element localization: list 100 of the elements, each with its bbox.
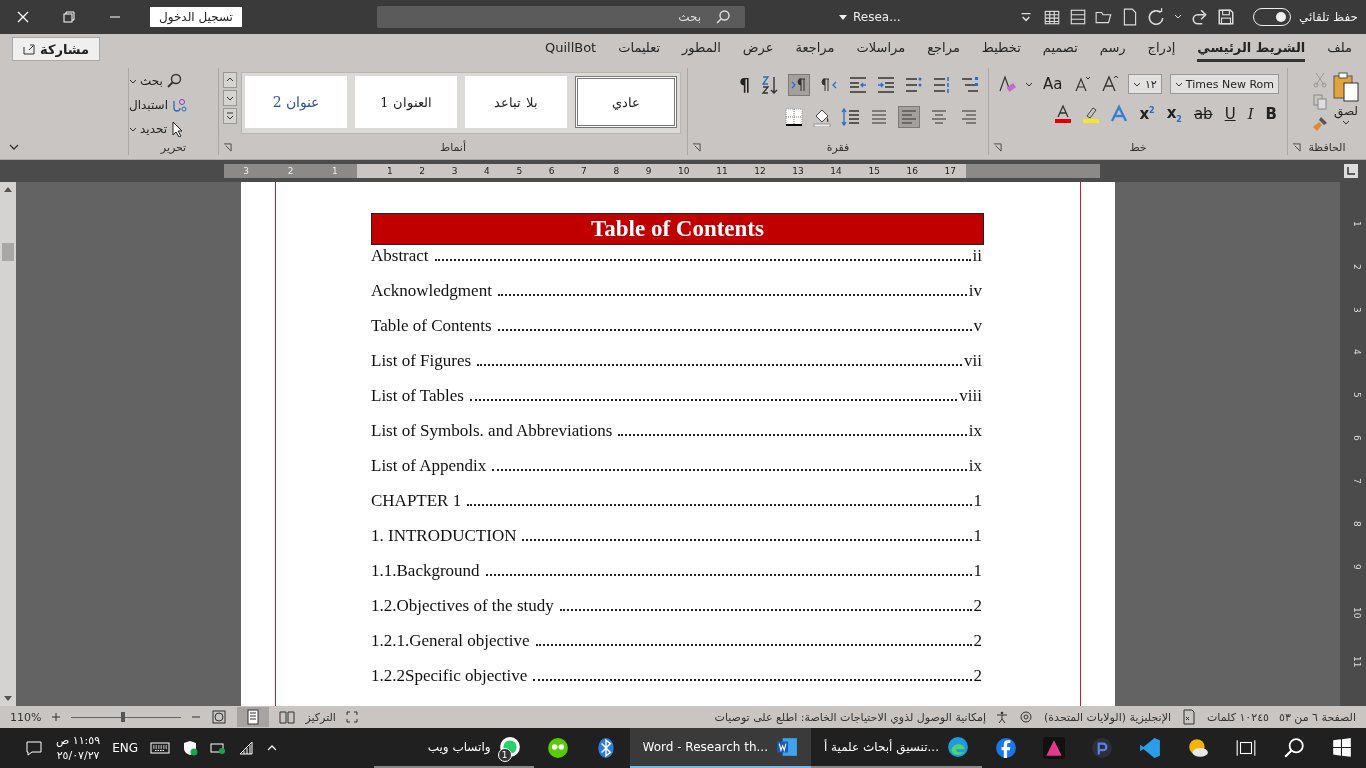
style-tile[interactable]: بلا تباعد	[465, 76, 567, 128]
ribbon-tab[interactable]: عرض	[742, 36, 774, 62]
sort-icon[interactable]	[760, 75, 780, 95]
clock[interactable]: ١١:٥٩ ص ٢٥/٠٧/٢٧	[56, 733, 101, 763]
accessibility-icon[interactable]	[996, 711, 1009, 723]
editing-button[interactable]: تحديد	[129, 119, 187, 139]
document-title[interactable]: Resea...	[853, 10, 901, 24]
style-tile[interactable]: عنوان 2	[245, 76, 347, 128]
input-language[interactable]: ENG	[112, 741, 138, 755]
taskbar-app[interactable]: Word - Research th...	[629, 728, 811, 768]
toc-entry[interactable]: Acknowledgment	[371, 280, 492, 302]
format-button[interactable]: x$^{2}$	[1137, 105, 1157, 123]
zoom-level[interactable]: 110%	[10, 710, 42, 724]
dialog-launcher-icon[interactable]	[692, 143, 701, 152]
style-tile[interactable]: عادي	[575, 76, 677, 128]
close-icon[interactable]	[16, 10, 30, 24]
focus-button[interactable]: التركيز	[305, 710, 336, 724]
toc-entry[interactable]: 1.2.1.General objective	[371, 630, 530, 652]
share-button[interactable]: مشاركة	[12, 37, 101, 61]
style-tile[interactable]: العنوان 1	[355, 76, 457, 128]
ribbon-tab[interactable]: ملف	[1327, 36, 1352, 62]
caret-icon[interactable]	[839, 14, 847, 20]
word-count[interactable]: ١٠٢٤٥ كلمات	[1206, 710, 1269, 724]
page-count[interactable]: الصفحة ٦ من ٥٣	[1278, 710, 1356, 724]
ribbon-tab[interactable]: مراجعة	[795, 36, 835, 62]
ribbon-tab[interactable]: تعليمات	[618, 36, 661, 62]
dialog-launcher-icon[interactable]	[993, 143, 1002, 152]
toc-entry[interactable]: Table of Contents	[371, 315, 492, 337]
editing-button[interactable]: بحث	[129, 71, 182, 91]
ribbon-tab[interactable]: إدراج	[1147, 36, 1176, 62]
read-mode-icon[interactable]	[279, 709, 296, 725]
repeat-icon[interactable]	[1146, 8, 1165, 26]
language-status[interactable]: الإنجليزية (الولايات المتحدة)	[1044, 710, 1171, 724]
web-layout-icon[interactable]	[211, 709, 228, 725]
ribbon-tab[interactable]: QuillBot	[544, 36, 597, 62]
redo-icon[interactable]	[1190, 8, 1209, 26]
format-button[interactable]: I	[1245, 105, 1256, 123]
toc-entry[interactable]: 1. INTRODUCTION	[371, 525, 517, 547]
restore-icon[interactable]	[62, 10, 76, 24]
more-styles-button[interactable]	[223, 108, 237, 124]
font-size-field[interactable]: ١٢	[1128, 74, 1162, 94]
text-direction-button[interactable]	[788, 74, 810, 96]
toc-entry[interactable]: List of Symbols. and Abbreviations	[371, 420, 613, 442]
caret-icon[interactable]	[1025, 81, 1033, 87]
battery-icon[interactable]	[210, 740, 226, 756]
toc-entry[interactable]: CHAPTER 1	[371, 490, 462, 512]
display-settings-icon[interactable]	[1018, 709, 1035, 725]
ribbon-tab[interactable]: تصميم	[1042, 36, 1078, 62]
toc-entry[interactable]: Abstract	[371, 245, 429, 267]
notification-icon[interactable]	[24, 738, 44, 758]
toc-entry[interactable]: 1.2.2Specific objective	[371, 665, 528, 687]
format-button[interactable]: x$_{2}$	[1164, 104, 1184, 124]
focus-icon[interactable]	[345, 711, 358, 723]
paste-button[interactable]: لصق	[1332, 72, 1360, 125]
table-icon[interactable]	[1042, 8, 1061, 26]
grow-font-icon[interactable]	[1100, 74, 1121, 94]
format-button[interactable]: ab	[1191, 105, 1215, 123]
font-color-icon[interactable]	[1053, 104, 1074, 124]
editing-button[interactable]: استبدال	[129, 95, 187, 115]
shrink-font-icon[interactable]	[1072, 74, 1093, 94]
decrease-indent-icon[interactable]	[848, 75, 868, 95]
scrollbar-thumb[interactable]	[2, 243, 14, 261]
layout-icon[interactable]	[1068, 8, 1087, 26]
print-layout-icon[interactable]	[245, 709, 262, 725]
numbered-list-icon[interactable]	[932, 75, 952, 95]
ribbon-tab[interactable]: رسم	[1099, 36, 1126, 62]
toc-entry[interactable]: List of Appendix	[371, 455, 487, 477]
ribbon-tab[interactable]: مراجع	[927, 36, 960, 62]
scroll-up-button[interactable]	[223, 72, 237, 88]
format-button[interactable]: B	[1263, 105, 1279, 123]
tab-selector-icon[interactable]	[1344, 164, 1358, 178]
increase-indent-icon[interactable]	[876, 75, 896, 95]
show-marks-button[interactable]: ¶	[737, 75, 752, 95]
toc-entry[interactable]: 1.2.Objectives of the study	[371, 595, 554, 617]
scroll-down-button[interactable]	[223, 90, 237, 106]
toc-entry[interactable]: 1.1.Background	[371, 560, 480, 582]
dialog-launcher-icon[interactable]	[1292, 143, 1301, 152]
save-icon[interactable]	[1216, 8, 1235, 26]
multilevel-list-icon[interactable]	[960, 75, 980, 95]
dialog-launcher-icon[interactable]	[223, 143, 232, 152]
ribbon-tab[interactable]: تخطيط	[981, 36, 1021, 62]
scroll-down-arrow-icon[interactable]	[3, 695, 13, 703]
proofing-icon[interactable]	[1180, 709, 1197, 725]
change-case-button[interactable]: Aa	[1041, 75, 1065, 93]
clear-formatting-icon[interactable]	[997, 74, 1017, 94]
font-name-field[interactable]: Times New Rom	[1169, 74, 1279, 94]
scrollbar-track[interactable]	[0, 182, 16, 706]
sign-in-button[interactable]: تسجيل الدخول	[150, 7, 242, 27]
ribbon-tab[interactable]: مراسلات	[856, 36, 906, 62]
zoom-in-icon[interactable]	[51, 712, 62, 722]
bulleted-list-icon[interactable]	[904, 75, 924, 95]
shield-icon[interactable]	[182, 740, 198, 756]
brush-icon[interactable]	[1312, 116, 1328, 132]
wifi-icon[interactable]	[238, 740, 254, 756]
ribbon-tab[interactable]: المطور	[682, 36, 721, 62]
scroll-up-arrow-icon[interactable]	[3, 185, 13, 193]
format-button[interactable]: U	[1222, 105, 1238, 123]
toc-entry[interactable]: List of Tables	[371, 385, 464, 407]
search-field[interactable]: بحث	[377, 6, 745, 28]
line-spacing-icon[interactable]	[840, 107, 860, 127]
